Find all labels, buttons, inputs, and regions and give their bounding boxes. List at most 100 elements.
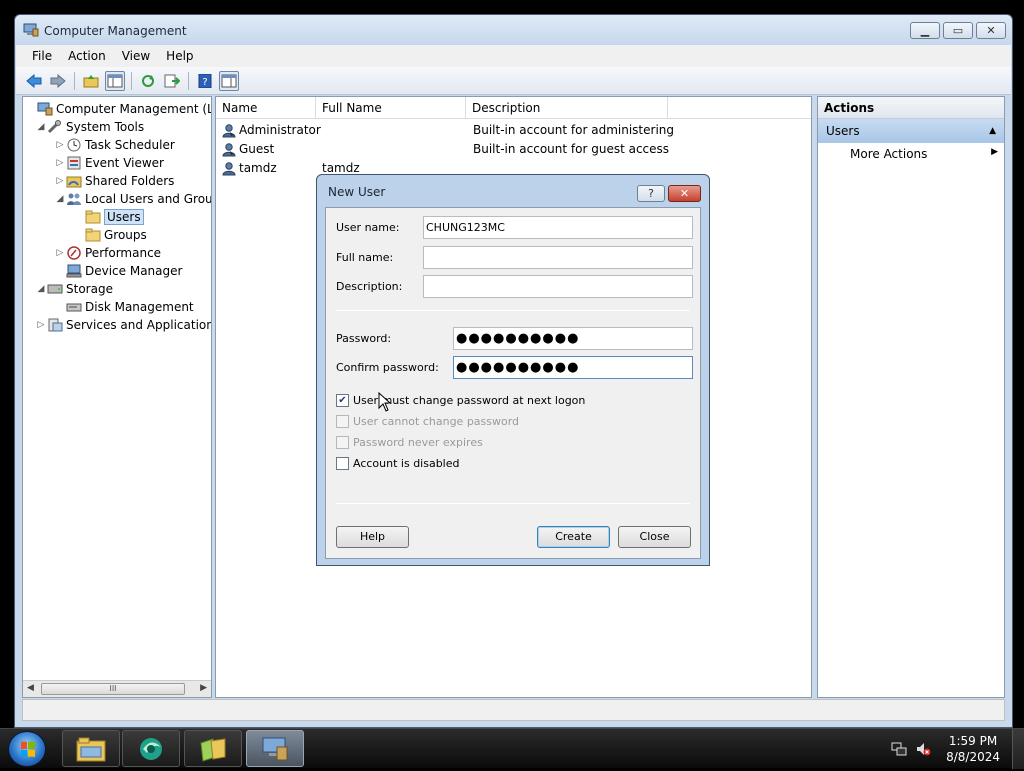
column-name[interactable]: Name [216, 97, 316, 119]
tree-item-label: Groups [104, 228, 147, 242]
expand-arrow-icon[interactable]: ▷ [54, 140, 66, 150]
show-desktop-button[interactable] [1012, 729, 1024, 769]
collapse-up-icon[interactable]: ▲ [989, 119, 996, 143]
show-hide-action-pane-button[interactable] [219, 70, 239, 91]
cannot-change-password-checkbox[interactable]: User cannot change password [336, 413, 519, 429]
tree-item-services-and-applications[interactable]: ▷ Services and Applications [35, 316, 211, 334]
expand-arrow-icon[interactable]: ▷ [54, 176, 66, 186]
checkbox-label: Account is disabled [353, 456, 460, 470]
title-bar[interactable]: Computer Management ▁ ▭ ✕ [15, 15, 1012, 45]
collapse-arrow-icon[interactable]: ◢ [35, 122, 47, 132]
tree-item-event-viewer[interactable]: ▷ Event Viewer [54, 154, 164, 172]
up-one-level-button[interactable] [81, 71, 101, 91]
user-name-cell: tamdz [239, 161, 277, 175]
tree-item-storage[interactable]: ◢ Storage [35, 280, 113, 298]
tree-item-disk-management[interactable]: Disk Management [54, 298, 194, 316]
menu-help[interactable]: Help [158, 49, 201, 63]
menu-file[interactable]: File [24, 49, 60, 63]
tree-item-shared-folders[interactable]: ▷ Shared Folders [54, 172, 175, 190]
taskbar-browser-button[interactable] [122, 730, 180, 767]
storage-icon [47, 281, 63, 297]
volume-muted-icon[interactable] [915, 741, 931, 757]
checkbox-icon[interactable] [336, 414, 349, 428]
fullname-field[interactable] [423, 246, 693, 269]
confirm-password-field[interactable]: ●●●●●●●●●● [453, 356, 693, 379]
more-actions-item[interactable]: More Actions [850, 147, 927, 161]
tree-item-system-tools[interactable]: ◢ System Tools [35, 118, 144, 136]
tree-item-local-users-and-groups[interactable]: ◢ Local Users and Groups [54, 190, 211, 208]
column-description[interactable]: Description [466, 97, 668, 119]
scroll-right-icon[interactable]: ▶ [200, 683, 207, 693]
dialog-close-button[interactable]: ✕ [668, 185, 701, 202]
password-label: Password: [336, 332, 392, 345]
minimize-button[interactable]: ▁ [910, 22, 940, 39]
system-clock[interactable]: 1:59 PM 8/8/2024 [946, 733, 1000, 765]
actions-section-users[interactable]: Users ▲ [818, 119, 1004, 143]
tree-horizontal-scrollbar[interactable]: ◀ III ▶ [23, 680, 211, 697]
maximize-button[interactable]: ▭ [943, 22, 973, 39]
taskbar-explorer-button[interactable] [62, 730, 120, 767]
scroll-left-icon[interactable]: ◀ [27, 683, 34, 693]
expand-arrow-icon[interactable]: ▷ [54, 248, 66, 258]
account-disabled-checkbox[interactable]: Account is disabled [336, 455, 460, 471]
tree-item-label: System Tools [66, 120, 145, 134]
description-field[interactable] [423, 275, 693, 298]
checkbox-label: Password never expires [353, 435, 483, 449]
back-button[interactable] [24, 71, 44, 91]
tree-item-groups[interactable]: Groups [73, 226, 147, 244]
new-user-dialog: New User ? ✕ User name: CHUNG123MC Full … [316, 174, 710, 566]
divider [336, 503, 690, 504]
dialog-help-button[interactable]: ? [637, 185, 665, 202]
tree-item-task-scheduler[interactable]: ▷ Task Scheduler [54, 136, 175, 154]
submenu-arrow-icon: ▶ [991, 147, 998, 157]
tree-item-performance[interactable]: ▷ Performance [54, 244, 162, 262]
help-button[interactable]: Help [336, 526, 409, 548]
shared-folders-icon [66, 173, 82, 189]
performance-icon [66, 245, 82, 261]
menu-view[interactable]: View [114, 49, 158, 63]
start-button[interactable] [8, 731, 46, 767]
svg-text:?: ? [202, 77, 207, 88]
must-change-password-checkbox[interactable]: ✔ User must change password at next logo… [336, 392, 585, 408]
password-never-expires-checkbox[interactable]: Password never expires [336, 434, 483, 450]
network-icon[interactable] [891, 741, 907, 757]
column-full-name[interactable]: Full Name [316, 97, 466, 119]
user-icon [222, 161, 237, 176]
tree-item-device-manager[interactable]: Device Manager [54, 262, 182, 280]
scroll-thumb[interactable]: III [41, 683, 185, 695]
taskbar-computer-management-button[interactable] [246, 730, 304, 767]
folder-icon [85, 209, 101, 225]
checkbox-icon[interactable] [336, 435, 349, 449]
browser-icon [140, 737, 162, 760]
expand-arrow-icon[interactable]: ▷ [35, 320, 47, 330]
table-row[interactable]: Guest Built-in account for guest access … [216, 140, 811, 159]
menu-action[interactable]: Action [60, 49, 114, 63]
table-row[interactable]: Administrator Built-in account for admin… [216, 121, 811, 140]
tree-item-computer-management-local[interactable]: Computer Management (Local [25, 100, 211, 118]
user-icon [222, 123, 237, 138]
refresh-button[interactable] [138, 71, 158, 91]
confirm-password-label: Confirm password: [336, 361, 439, 374]
tree-item-users[interactable]: Users [73, 208, 144, 226]
list-header: Name Full Name Description [216, 97, 811, 119]
show-hide-console-tree-button[interactable] [105, 70, 125, 91]
checkbox-icon[interactable] [336, 456, 349, 470]
export-list-button[interactable] [162, 71, 182, 91]
expand-arrow-icon[interactable]: ▷ [54, 158, 66, 168]
close-button[interactable]: Close [618, 526, 691, 548]
collapse-arrow-icon[interactable]: ◢ [54, 194, 66, 204]
collapse-arrow-icon[interactable]: ◢ [35, 284, 47, 294]
help-toolbar-button[interactable]: ? [195, 71, 215, 91]
password-field[interactable]: ●●●●●●●●●● [453, 327, 693, 350]
restore-icon: ▭ [952, 24, 964, 37]
username-field[interactable]: CHUNG123MC [423, 216, 693, 239]
taskbar-folders-button[interactable] [184, 730, 242, 767]
close-window-button[interactable]: ✕ [976, 22, 1006, 39]
desktop-folders-icon [200, 737, 226, 762]
create-button[interactable]: Create [537, 526, 610, 548]
checkbox-checked-icon[interactable]: ✔ [336, 393, 349, 407]
tree-item-label: Task Scheduler [85, 138, 175, 152]
windows-logo-icon [21, 741, 35, 757]
forward-button[interactable] [48, 71, 68, 91]
username-label: User name: [336, 221, 400, 234]
